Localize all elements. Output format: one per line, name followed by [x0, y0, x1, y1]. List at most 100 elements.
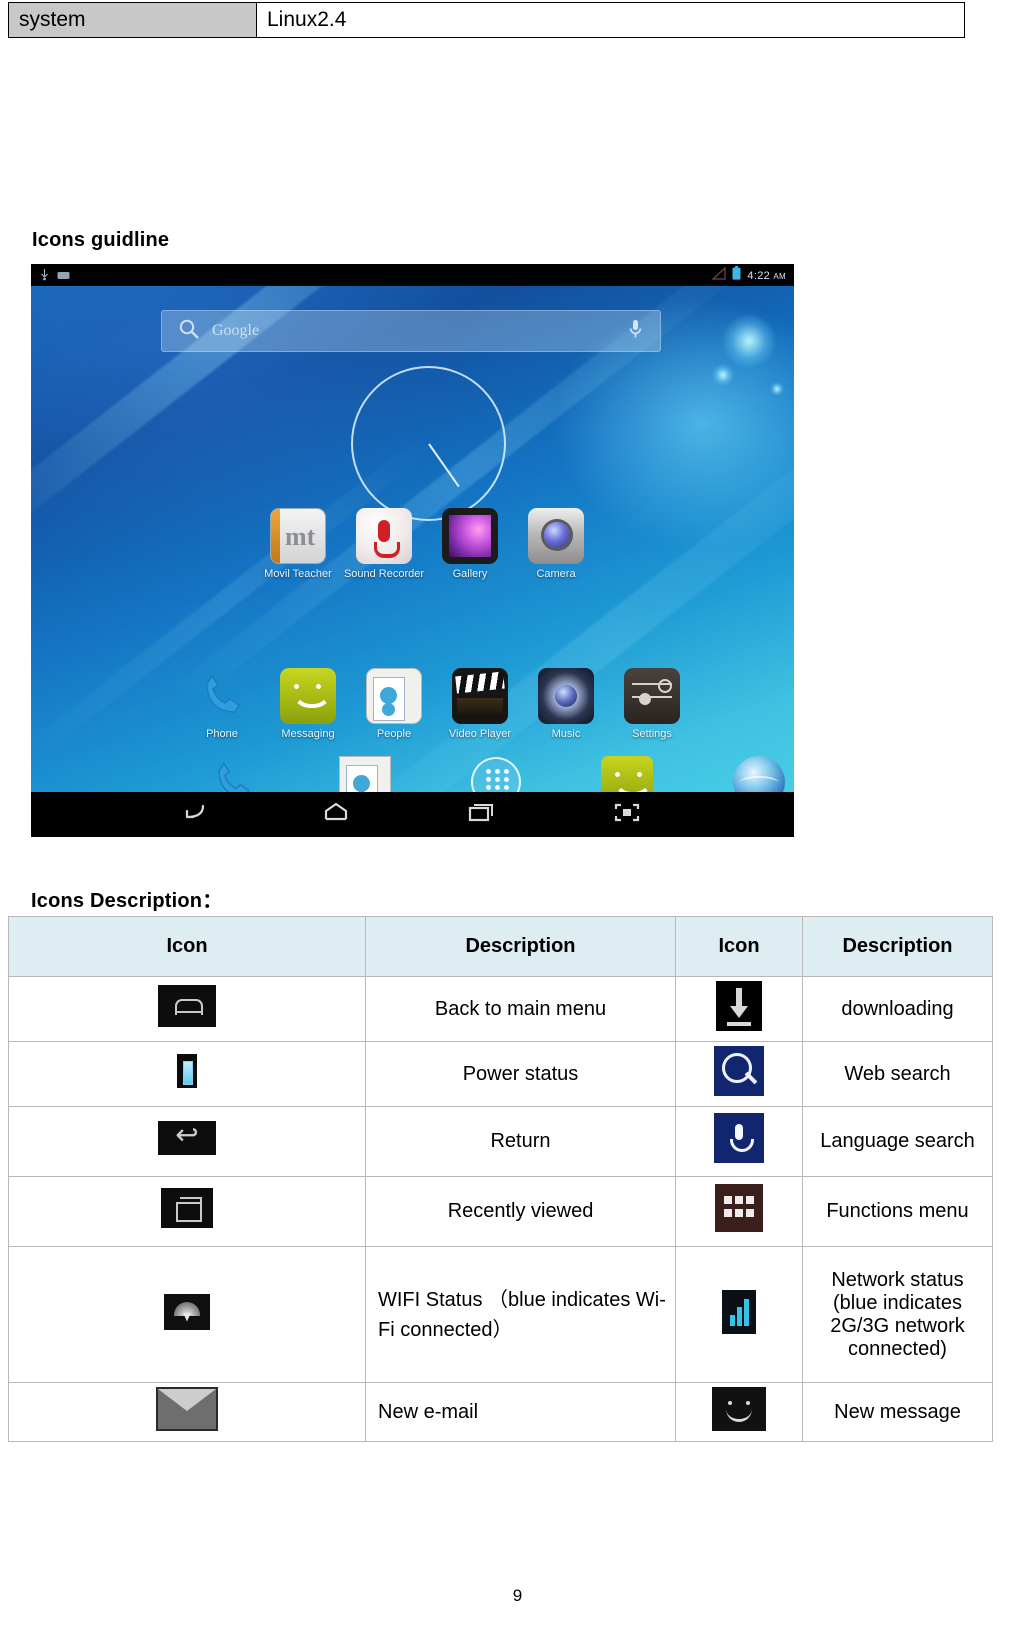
- app-people[interactable]: People: [351, 668, 437, 740]
- microphone-icon[interactable]: [629, 319, 642, 344]
- battery-icon: [732, 266, 741, 285]
- wallpaper-glow: [712, 364, 734, 386]
- table-row: New e-mail New message: [8, 1382, 993, 1442]
- table-row: WIFI Status （blue indicates Wi-Fi connec…: [8, 1246, 993, 1383]
- app-label: Gallery: [452, 568, 488, 580]
- column-header-icon-1: Icon: [8, 916, 366, 977]
- icon-cell: [675, 1041, 803, 1107]
- icon-cell: [675, 976, 803, 1042]
- description-cell: Functions menu: [802, 1176, 993, 1247]
- icon-cell: [675, 1246, 803, 1383]
- new-message-icon: [712, 1387, 766, 1431]
- download-icon: [716, 981, 762, 1031]
- people-icon: [366, 668, 422, 724]
- app-sound-recorder[interactable]: Sound Recorder: [341, 508, 427, 580]
- app-label: Music: [551, 728, 581, 740]
- video-player-icon: [452, 668, 508, 724]
- icon-cell: [8, 1106, 366, 1177]
- app-label: Movil Teacher: [264, 568, 332, 580]
- app-settings[interactable]: Settings: [609, 668, 695, 740]
- table-row: Return Language search: [8, 1106, 993, 1177]
- page-number: 9: [512, 1586, 523, 1605]
- nav-screenshot-icon[interactable]: [610, 800, 652, 830]
- app-row-1: Movil Teacher Sound Recorder Gallery Cam…: [255, 508, 599, 580]
- tablet-home-screen-figure: 4:22 AM Google Movil Tea: [31, 264, 794, 837]
- gallery-icon: [442, 508, 498, 564]
- clock-hand: [427, 442, 460, 487]
- app-label: Video Player: [448, 728, 512, 740]
- app-label: People: [376, 728, 412, 740]
- app-music[interactable]: Music: [523, 668, 609, 740]
- status-bar-left-icons: [39, 268, 70, 286]
- web-search-icon: [714, 1046, 764, 1096]
- google-search-widget[interactable]: Google: [161, 310, 661, 352]
- table-row: Recently viewed Functions menu: [8, 1176, 993, 1247]
- system-spec-table: system Linux2.4: [8, 2, 965, 38]
- description-cell: Web search: [802, 1041, 993, 1107]
- app-row-2: Phone Messaging People Video Player Musi…: [179, 668, 695, 740]
- table-header-row: Icon Description Icon Description: [8, 916, 993, 977]
- usb-debug-icon: [39, 268, 50, 286]
- icon-cell: [8, 1176, 366, 1247]
- nav-back-icon[interactable]: [173, 800, 215, 830]
- nav-home-icon[interactable]: [319, 800, 361, 830]
- functions-menu-icon: [715, 1183, 763, 1232]
- email-icon: [156, 1387, 218, 1431]
- description-cell: New message: [802, 1382, 993, 1442]
- search-placeholder: Google: [212, 322, 260, 339]
- wifi-icon: [164, 1293, 210, 1330]
- status-bar-clock: 4:22 AM: [747, 269, 786, 282]
- column-header-description-2: Description: [802, 916, 993, 977]
- description-cell: WIFI Status （blue indicates Wi-Fi connec…: [365, 1246, 676, 1383]
- home-screen-wallpaper: Google Movil Teacher Sound Recorder Gall…: [31, 286, 794, 814]
- column-header-icon-2: Icon: [675, 916, 803, 977]
- wallpaper-glow: [722, 314, 776, 368]
- app-label: Messaging: [281, 728, 335, 740]
- icon-cell: [8, 1041, 366, 1107]
- settings-icon: [624, 668, 680, 724]
- camera-icon: [528, 508, 584, 564]
- description-cell: Recently viewed: [365, 1176, 676, 1247]
- android-status-bar: 4:22 AM: [31, 264, 794, 286]
- table-row: system Linux2.4: [8, 2, 965, 38]
- voice-search-icon: [714, 1112, 764, 1163]
- icons-description-table: Icon Description Icon Description Back t…: [8, 916, 993, 1442]
- messaging-icon: [280, 668, 336, 724]
- table-row: Back to main menu downloading: [8, 976, 993, 1042]
- icons-guidline-heading: Icons guidline: [32, 229, 170, 251]
- description-cell: Return: [365, 1106, 676, 1177]
- movil-teacher-icon: [270, 508, 326, 564]
- nav-recent-apps-icon[interactable]: [464, 800, 506, 830]
- icon-cell: [8, 1246, 366, 1383]
- app-video-player[interactable]: Video Player: [437, 668, 523, 740]
- icon-cell: [8, 1382, 366, 1442]
- app-gallery[interactable]: Gallery: [427, 508, 513, 580]
- app-label: Camera: [536, 568, 576, 580]
- app-messaging[interactable]: Messaging: [265, 668, 351, 740]
- home-icon: [158, 985, 216, 1027]
- status-bar-right-icons: 4:22 AM: [711, 266, 786, 285]
- spec-key-cell: system: [8, 2, 257, 38]
- sd-card-icon: [57, 268, 70, 286]
- icons-description-heading: Icons Description：: [31, 890, 223, 912]
- phone-icon: [194, 668, 250, 724]
- sound-recorder-icon: [356, 508, 412, 564]
- app-label: Sound Recorder: [343, 568, 425, 580]
- battery-icon: [177, 1054, 197, 1088]
- signal-icon: [711, 266, 727, 285]
- app-camera[interactable]: Camera: [513, 508, 599, 580]
- app-phone[interactable]: Phone: [179, 668, 265, 740]
- icon-cell: [8, 976, 366, 1042]
- icon-cell: [675, 1382, 803, 1442]
- spec-value-cell: Linux2.4: [256, 2, 965, 38]
- icon-cell: [675, 1106, 803, 1177]
- table-row: Power status Web search: [8, 1041, 993, 1107]
- icon-cell: [675, 1176, 803, 1247]
- description-cell: Power status: [365, 1041, 676, 1107]
- return-icon: [158, 1116, 216, 1155]
- app-movil-teacher[interactable]: Movil Teacher: [255, 508, 341, 580]
- music-icon: [538, 668, 594, 724]
- analog-clock-widget[interactable]: [351, 366, 506, 521]
- app-label: Phone: [206, 728, 238, 740]
- column-header-description-1: Description: [365, 916, 676, 977]
